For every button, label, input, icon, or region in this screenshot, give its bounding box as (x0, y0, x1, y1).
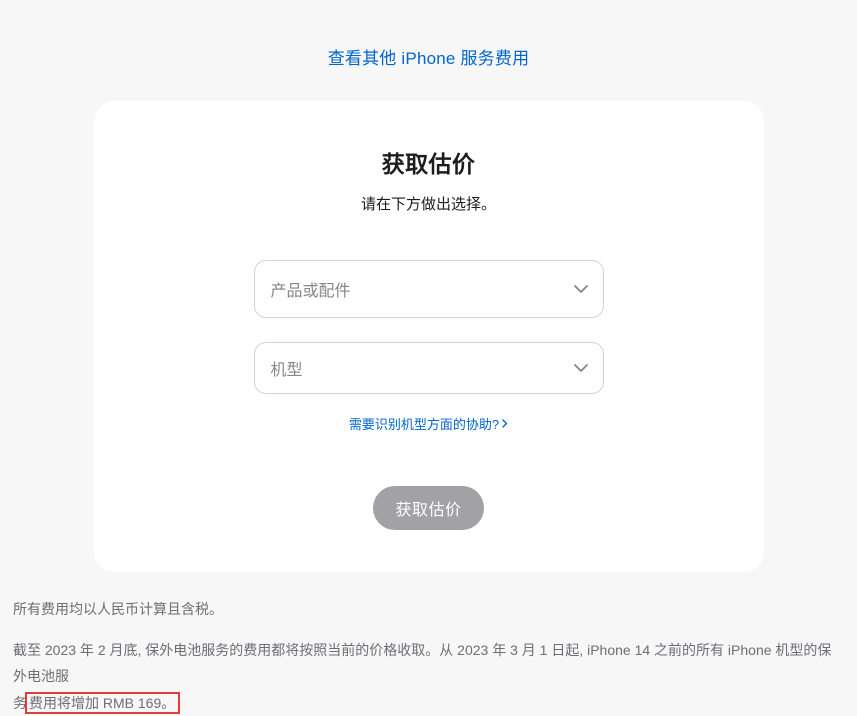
product-select-wrap: 产品或配件 (254, 260, 604, 318)
estimate-card: 获取估价 请在下方做出选择。 产品或配件 机型 需要识别机型方面的协助? (94, 101, 764, 572)
model-select[interactable]: 机型 (254, 342, 604, 394)
product-select-placeholder: 产品或配件 (271, 277, 351, 301)
footnote-line1: 所有费用均以人民币计算且含税。 (13, 596, 844, 623)
identify-model-help-link[interactable]: 需要识别机型方面的协助? (349, 414, 508, 433)
footnote: 所有费用均以人民币计算且含税。 截至 2023 年 2 月底, 保外电池服务的费… (11, 596, 846, 716)
card-subtitle: 请在下方做出选择。 (134, 193, 724, 214)
model-select-wrap: 机型 (254, 342, 604, 394)
model-select-placeholder: 机型 (271, 356, 303, 380)
help-link-row: 需要识别机型方面的协助? (134, 414, 724, 434)
help-link-label: 需要识别机型方面的协助? (349, 414, 499, 433)
card-title: 获取估价 (134, 145, 724, 179)
top-link-row: 查看其他 iPhone 服务费用 (10, 0, 847, 101)
price-increase-highlight: 费用将增加 RMB 169。 (25, 692, 180, 714)
footnote-line2: 截至 2023 年 2 月底, 保外电池服务的费用都将按照当前的价格收取。从 2… (13, 637, 844, 716)
chevron-right-icon (502, 419, 508, 428)
other-services-link[interactable]: 查看其他 iPhone 服务费用 (328, 49, 530, 68)
get-estimate-button[interactable]: 获取估价 (373, 486, 483, 530)
product-select[interactable]: 产品或配件 (254, 260, 604, 318)
